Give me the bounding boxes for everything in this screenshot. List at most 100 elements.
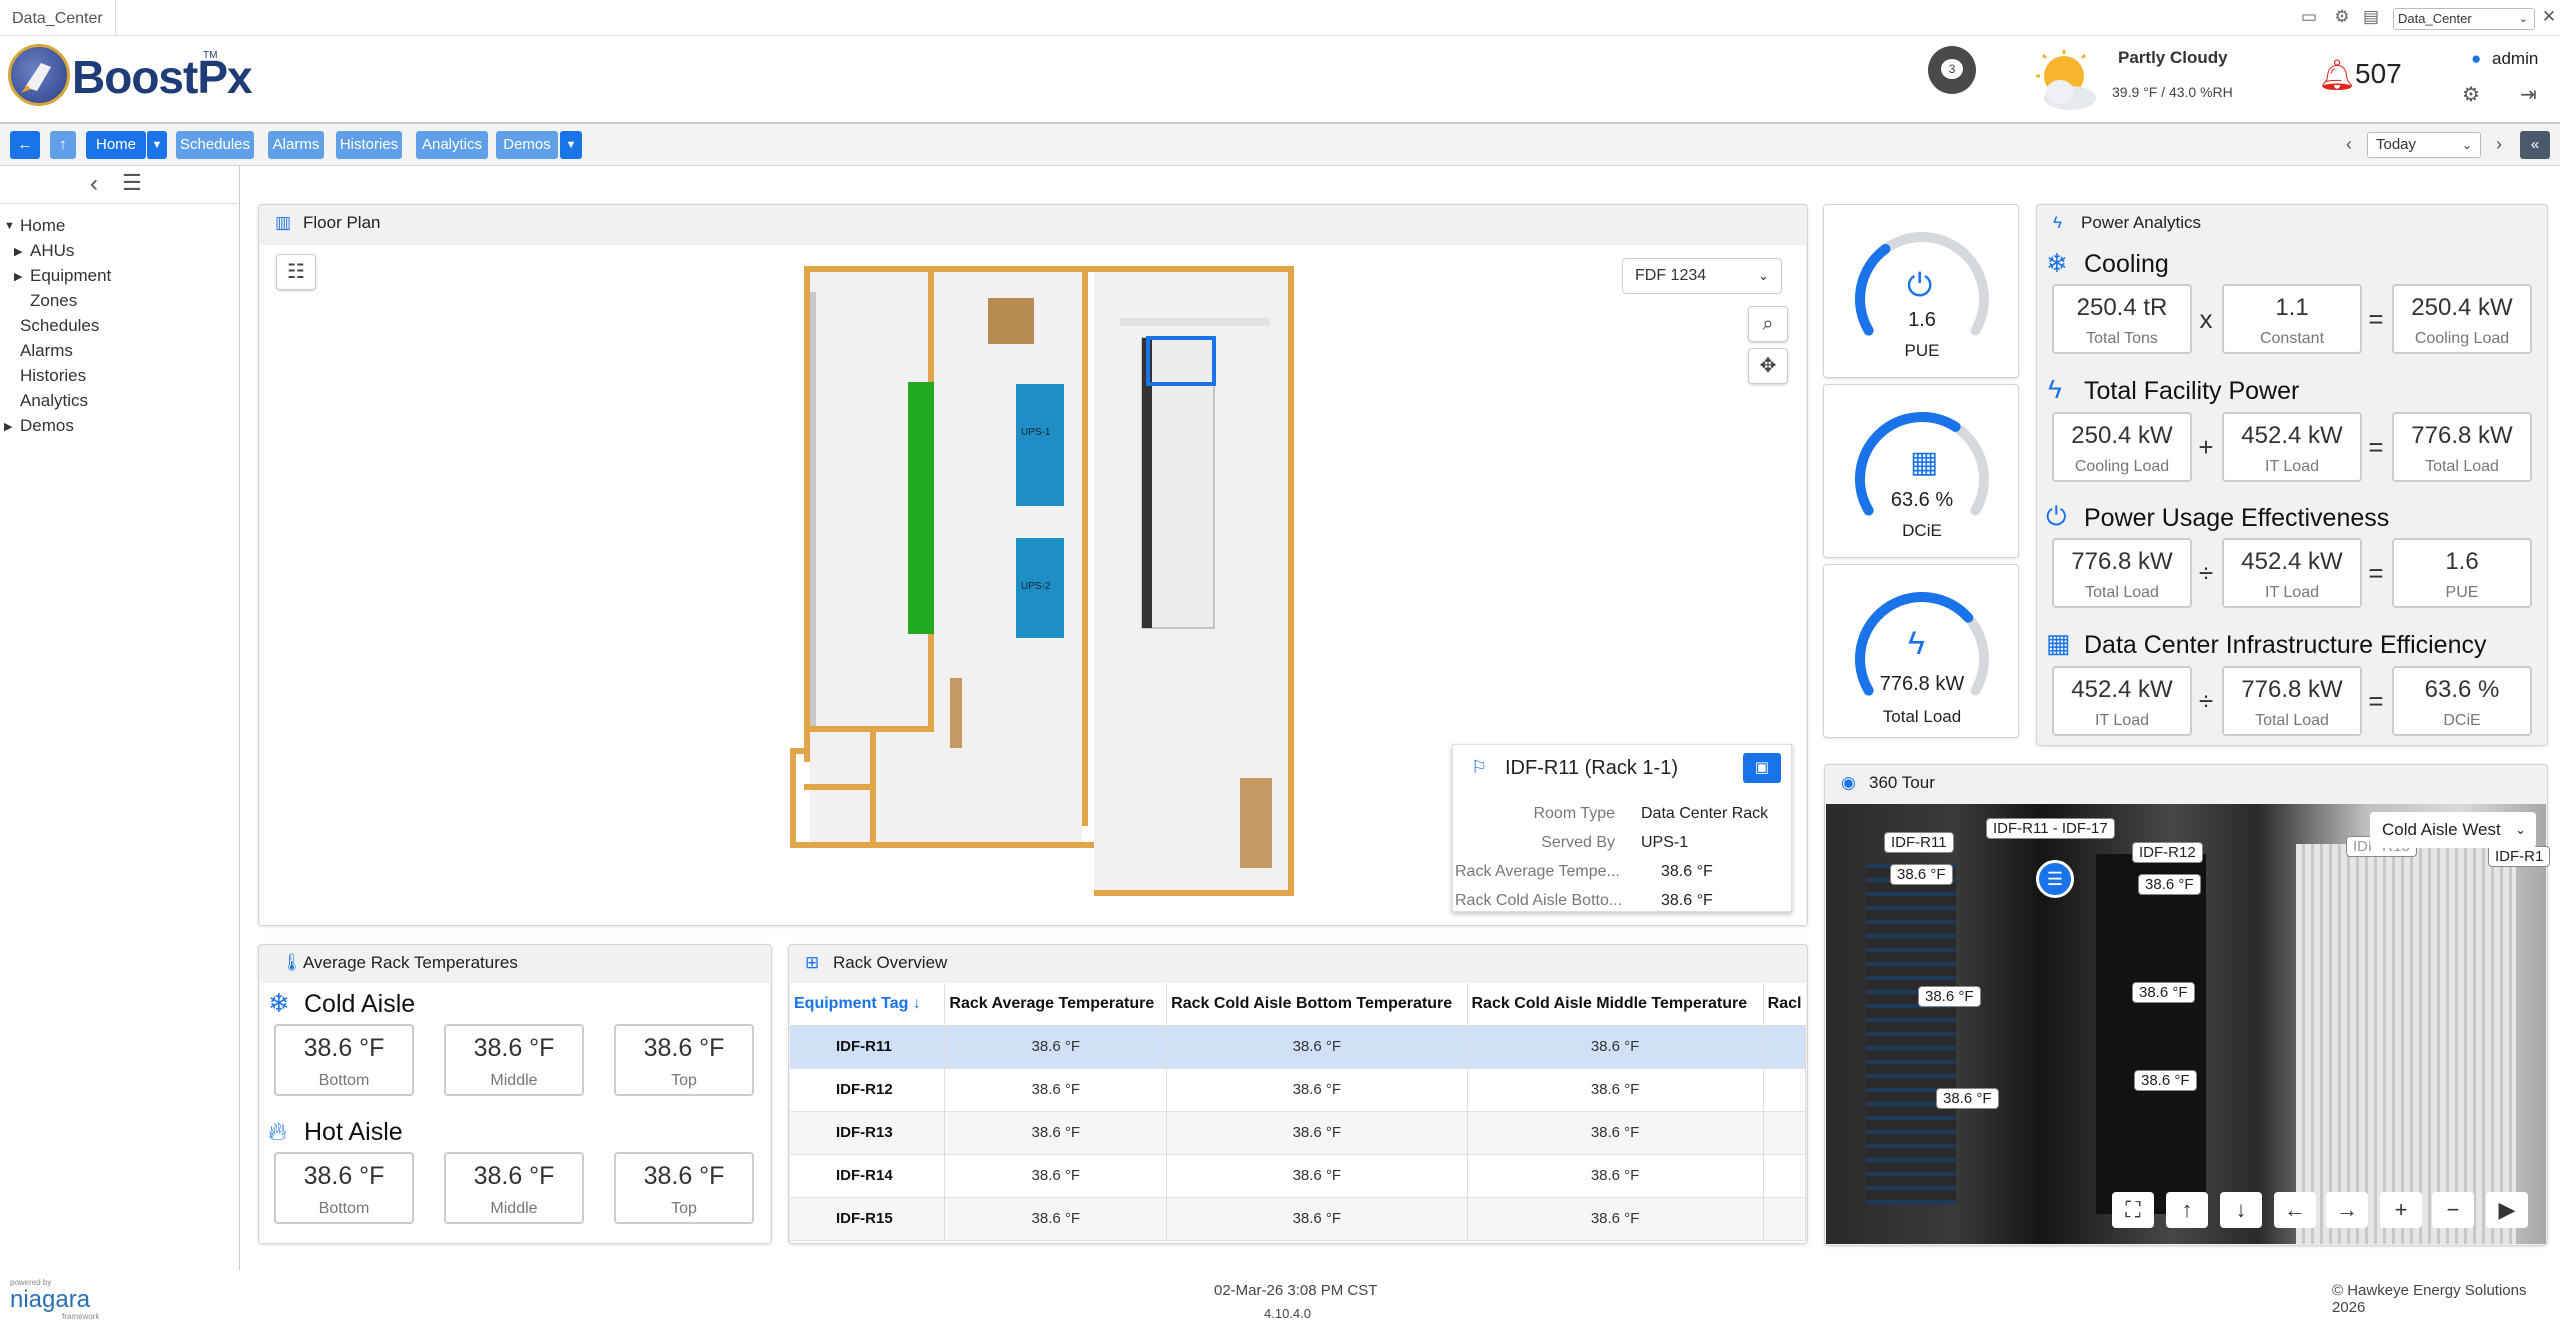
pue-gauge-card[interactable]: ⏻ 1.6 PUE bbox=[1823, 204, 2019, 378]
hotspot-label[interactable]: IDF-R11 bbox=[1884, 832, 1954, 853]
up-button[interactable]: ↑ bbox=[50, 131, 76, 159]
hotspot-label[interactable]: 38.6 °F bbox=[2134, 1070, 2197, 1091]
tree-item-equipment[interactable]: Equipment bbox=[30, 266, 111, 286]
tree-item-schedules[interactable]: Schedules bbox=[20, 316, 99, 336]
bell-icon[interactable]: 🔔︎ bbox=[2318, 58, 2356, 93]
home-dropdown-button[interactable]: ▼ bbox=[146, 131, 167, 159]
play-icon[interactable]: ▶ bbox=[2486, 1192, 2528, 1228]
tree-item-histories[interactable]: Histories bbox=[20, 366, 86, 386]
cell: 38.6 °F bbox=[944, 1025, 1168, 1069]
total-tons-box: 250.4 tR Total Tons bbox=[2052, 284, 2192, 354]
sidebar-toolbar: ‹ ☰ bbox=[0, 166, 240, 204]
table-row[interactable]: IDF-R14 38.6 °F 38.6 °F 38.6 °F bbox=[790, 1154, 1806, 1198]
table-row[interactable]: IDF-R12 38.6 °F 38.6 °F 38.6 °F bbox=[790, 1068, 1806, 1112]
date-range-select[interactable]: Today ⌄ bbox=[2367, 132, 2481, 158]
window-tab[interactable]: Data_Center bbox=[0, 0, 116, 36]
floor-plan-title: Floor Plan bbox=[303, 213, 381, 232]
hotspot-label[interactable]: 38.6 °F bbox=[1918, 986, 1981, 1007]
table-row[interactable]: IDF-R11 38.6 °F 38.6 °F 38.6 °F bbox=[790, 1025, 1806, 1069]
username[interactable]: admin bbox=[2492, 49, 2538, 69]
gear-icon[interactable]: ⚙ bbox=[2333, 8, 2351, 26]
hotspot-label[interactable]: IDF-R1 bbox=[2488, 846, 2551, 867]
next-period-icon[interactable]: › bbox=[2496, 134, 2502, 155]
ups-1-label[interactable]: UPS-1 bbox=[1021, 427, 1050, 438]
hotspot-label[interactable]: 38.6 °F bbox=[2138, 874, 2201, 895]
table-row[interactable]: IDF-R13 38.6 °F 38.6 °F 38.6 °F bbox=[790, 1111, 1806, 1155]
collapse-panel-button[interactable]: « bbox=[2520, 131, 2550, 159]
logout-icon[interactable]: ⇥ bbox=[2520, 82, 2537, 107]
tree-item-ahus[interactable]: AHUs bbox=[30, 241, 74, 261]
sort-down-arrow-icon: ↓ bbox=[912, 994, 921, 1012]
layers-settings-button[interactable]: ☷ bbox=[276, 254, 316, 290]
zoom-in-icon[interactable]: + bbox=[2380, 1192, 2422, 1228]
collapsed-caret-icon[interactable]: ▶ bbox=[14, 245, 22, 258]
expanded-caret-icon[interactable]: ▼ bbox=[4, 220, 15, 232]
collapsed-caret-icon[interactable]: ▶ bbox=[14, 270, 22, 283]
pan-move-icon[interactable]: ✥ bbox=[1748, 348, 1788, 384]
alarm-count[interactable]: 507 bbox=[2355, 58, 2402, 90]
rack-overview-title: Rack Overview bbox=[833, 953, 948, 972]
demos-dropdown-button[interactable]: ▼ bbox=[560, 131, 582, 159]
tree-item-analytics[interactable]: Analytics bbox=[20, 391, 88, 411]
label: Middle bbox=[490, 1200, 538, 1217]
page-icon[interactable]: ▭ bbox=[2300, 8, 2318, 26]
arrow-left-icon[interactable]: ← bbox=[2274, 1192, 2316, 1228]
tour-view-select[interactable]: Cold Aisle West ⌄ bbox=[2370, 812, 2536, 848]
settings-gear-icon[interactable]: ⚙ bbox=[2462, 82, 2480, 107]
hotspot-label[interactable]: IDF-R12 bbox=[2132, 842, 2203, 863]
pue-heading: Power Usage Effectiveness bbox=[2084, 504, 2390, 532]
col-equipment-tag[interactable]: Equipment Tag ↓ bbox=[790, 983, 946, 1026]
tree-item-home[interactable]: Home bbox=[20, 216, 65, 236]
col-cold-aisle-bottom[interactable]: Rack Cold Aisle Bottom Temperature bbox=[1166, 983, 1468, 1026]
close-icon[interactable]: ✕ bbox=[2540, 8, 2558, 26]
ups-2-label[interactable]: UPS-2 bbox=[1021, 581, 1050, 592]
tree-item-demos[interactable]: Demos bbox=[20, 416, 74, 436]
hotspot-label[interactable]: 38.6 °F bbox=[2132, 982, 2195, 1003]
image-button[interactable]: ▣ bbox=[1743, 753, 1781, 783]
zoom-out-icon[interactable]: − bbox=[2432, 1192, 2474, 1228]
dcie-gauge-card[interactable]: ▦ 63.6 % DCiE bbox=[1823, 384, 2019, 558]
floor-select[interactable]: FDF 1234 ⌄ bbox=[1622, 258, 1782, 294]
home-button[interactable]: Home bbox=[86, 131, 146, 159]
prev-period-icon[interactable]: ‹ bbox=[2346, 134, 2352, 155]
save-icon[interactable]: ▤ bbox=[2362, 8, 2380, 26]
alarms-button[interactable]: Alarms bbox=[268, 131, 324, 159]
analytics-button[interactable]: Analytics bbox=[416, 131, 488, 159]
hotspot-server-icon[interactable]: ☰ bbox=[2036, 860, 2074, 898]
collapsed-caret-icon[interactable]: ▶ bbox=[4, 420, 12, 433]
schedules-button[interactable]: Schedules bbox=[176, 131, 254, 159]
col-cold-aisle-middle[interactable]: Rack Cold Aisle Middle Temperature bbox=[1467, 983, 1764, 1026]
hotspot-label[interactable]: 38.6 °F bbox=[1890, 864, 1953, 885]
notifications-button[interactable]: 3 bbox=[1928, 46, 1976, 94]
menu-icon[interactable]: ☰ bbox=[122, 170, 142, 196]
arrow-down-icon[interactable]: ↓ bbox=[2220, 1192, 2262, 1228]
total-load-gauge-card[interactable]: ϟ 776.8 kW Total Load bbox=[1823, 564, 2019, 738]
col-truncated[interactable]: Racl bbox=[1763, 983, 1806, 1026]
col-rack-avg-temp[interactable]: Rack Average Temperature bbox=[944, 983, 1168, 1026]
label: Total Load bbox=[2425, 458, 2499, 475]
hotspot-label[interactable]: 38.6 °F bbox=[1936, 1088, 1999, 1109]
dcie-heading: Data Center Infrastructure Efficiency bbox=[2084, 631, 2487, 659]
table-row[interactable]: IDF-R15 38.6 °F 38.6 °F 38.6 °F bbox=[790, 1197, 1806, 1241]
station-select[interactable]: Data_Center ⌄ bbox=[2393, 8, 2535, 30]
zoom-search-icon[interactable]: ⌕ bbox=[1748, 306, 1788, 342]
tree-item-zones[interactable]: Zones bbox=[30, 291, 77, 311]
weather-condition: Partly Cloudy bbox=[2118, 48, 2228, 67]
table-header-row: Equipment Tag ↓ Rack Average Temperature… bbox=[790, 983, 1806, 1026]
cold-top-box: 38.6 °F Top bbox=[614, 1024, 754, 1096]
fullscreen-icon[interactable]: ⛶ bbox=[2112, 1192, 2154, 1228]
histories-button[interactable]: Histories bbox=[336, 131, 402, 159]
back-button[interactable]: ← bbox=[10, 131, 40, 159]
hotspot-main-label[interactable]: IDF-R11 - IDF-17 bbox=[1986, 818, 2115, 839]
rack-field-label: Room Type bbox=[1533, 805, 1615, 822]
arrow-up-icon[interactable]: ↑ bbox=[2166, 1192, 2208, 1228]
tree-item-alarms[interactable]: Alarms bbox=[20, 341, 73, 361]
chevron-down-icon: ⌄ bbox=[2515, 822, 2526, 837]
collapse-sidebar-icon[interactable]: ‹ bbox=[90, 170, 98, 198]
demos-button[interactable]: Demos bbox=[496, 131, 558, 159]
gauge-value: 776.8 kW bbox=[1879, 673, 1965, 695]
value: 38.6 °F bbox=[643, 1162, 725, 1190]
value: 452.4 kW bbox=[2241, 422, 2343, 449]
gauge-value: 63.6 % bbox=[1890, 489, 1954, 511]
arrow-right-icon[interactable]: → bbox=[2326, 1192, 2368, 1228]
